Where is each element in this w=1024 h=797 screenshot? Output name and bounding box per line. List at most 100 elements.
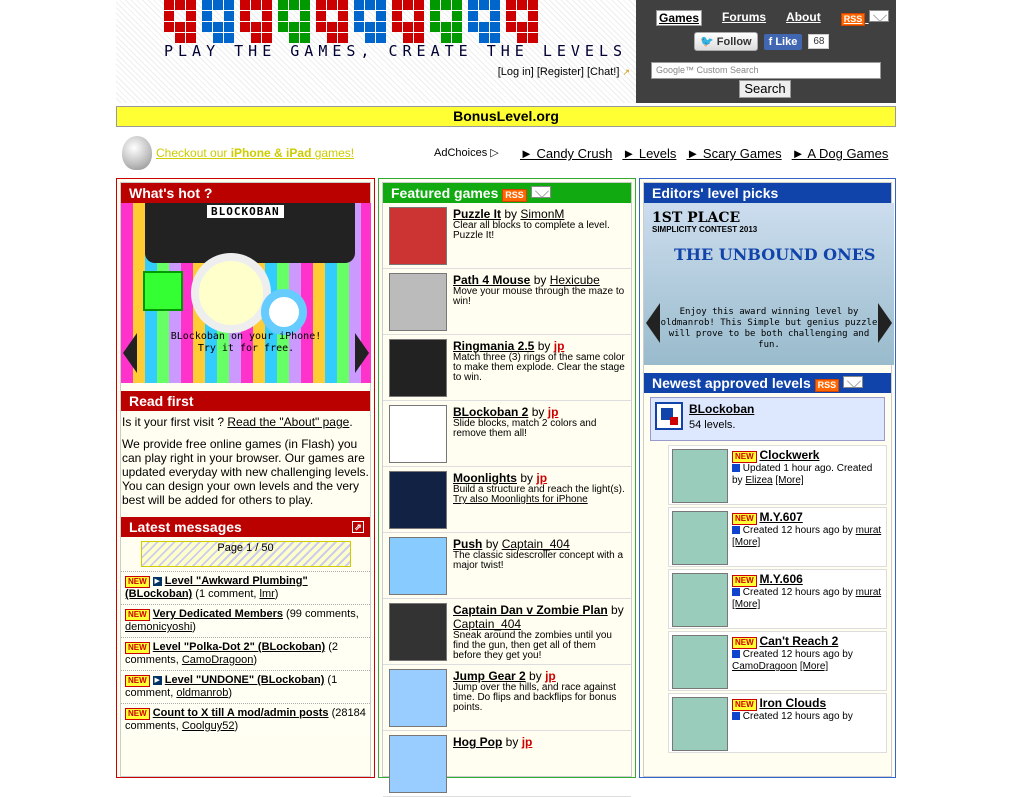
level-user[interactable]: murat [856, 525, 882, 536]
link-dog-games[interactable]: ► A Dog Games [792, 146, 889, 161]
rss-feed-button[interactable]: RSS [840, 10, 889, 26]
game-title[interactable]: Puzzle It [453, 207, 501, 221]
featured-rss-button[interactable]: RSS [502, 185, 551, 202]
featured-game-item[interactable]: Captain Dan v Zombie Plan by Captain_404… [383, 599, 631, 665]
message-user[interactable]: Coolguy52 [182, 720, 235, 732]
search-input[interactable]: Google™ Custom Search [651, 62, 881, 79]
nav-games[interactable]: Games [656, 10, 703, 26]
game-title[interactable]: Hog Pop [453, 735, 502, 749]
register-link[interactable]: [Register] [537, 66, 584, 78]
level-user[interactable]: Elizea [745, 475, 772, 486]
nav-about[interactable]: About [786, 10, 821, 26]
featured-game-item[interactable]: Hog Pop by jp [383, 731, 631, 797]
level-thumbnail[interactable] [672, 697, 728, 751]
game-thumbnail[interactable] [389, 537, 447, 595]
pack-name[interactable]: BLockoban [689, 402, 754, 416]
expand-icon[interactable]: ⇗ [352, 521, 364, 533]
game-extra-link[interactable]: Try also Moonlights for iPhone [453, 495, 625, 505]
editors-pick-banner[interactable]: 1ST PLACE SIMPLICITY CONTEST 2013 THE UN… [644, 203, 894, 365]
logo-area[interactable]: PLAY THE GAMES, CREATE THE LEVELS [Log i… [116, 0, 636, 103]
game-author[interactable]: jp [554, 339, 565, 353]
search-button[interactable]: Search [739, 80, 791, 98]
game-author[interactable]: jp [545, 669, 556, 683]
featured-game-item[interactable]: Path 4 Mouse by Hexicube Move your mouse … [383, 269, 631, 335]
message-user[interactable]: oldmanrob [176, 687, 228, 699]
twitter-follow-button[interactable]: 🐦 Follow [694, 32, 758, 51]
link-scary-games[interactable]: ► Scary Games [686, 146, 781, 161]
game-title[interactable]: Jump Gear 2 [453, 669, 526, 683]
game-title[interactable]: Moonlights [453, 471, 517, 485]
level-thumbnail[interactable] [672, 573, 728, 627]
level-item[interactable]: NEW Clockwerk Updated 1 hour ago. Create… [668, 445, 887, 505]
level-thumbnail[interactable] [672, 511, 728, 565]
level-user[interactable]: murat [856, 587, 882, 598]
level-name[interactable]: Can't Reach 2 [759, 634, 838, 648]
whats-hot-banner[interactable]: BLOCKOBAN BLockoban on your iPhone! Try … [121, 203, 371, 383]
site-banner[interactable]: BonusLevel.org [116, 106, 896, 127]
level-item[interactable]: NEW Can't Reach 2 Created 12 hours ago b… [668, 631, 887, 691]
game-thumbnail[interactable] [389, 339, 447, 397]
login-link[interactable]: [Log in] [498, 66, 534, 78]
message-title[interactable]: Count to X till A mod/admin posts [153, 707, 329, 719]
apple-icon[interactable] [122, 136, 152, 170]
game-author[interactable]: jp [548, 405, 559, 419]
game-title[interactable]: Path 4 Mouse [453, 273, 530, 287]
level-item[interactable]: NEW M.Y.607 Created 12 hours ago by mura… [668, 507, 887, 567]
message-title[interactable]: Level "Polka-Dot 2" (BLockoban) [153, 641, 325, 653]
site-logo[interactable] [164, 0, 584, 43]
level-more-link[interactable]: [More] [732, 599, 760, 610]
level-user[interactable]: CamoDragoon [732, 661, 797, 672]
featured-game-item[interactable]: BLockoban 2 by jp Slide blocks, match 2 c… [383, 401, 631, 467]
level-item[interactable]: NEW Iron Clouds Created 12 hours ago by [668, 693, 887, 753]
level-more-link[interactable]: [More] [775, 475, 803, 486]
level-name[interactable]: M.Y.606 [759, 572, 802, 586]
message-title[interactable]: Very Dedicated Members [153, 608, 283, 620]
chat-link[interactable]: [Chat!] [587, 66, 619, 78]
messages-pager[interactable]: Page 1 / 50 [140, 541, 351, 567]
game-thumbnail[interactable] [389, 405, 447, 463]
message-title[interactable]: Level "UNDONE" (BLockoban) [165, 674, 325, 686]
level-name[interactable]: Iron Clouds [759, 696, 826, 710]
game-title[interactable]: Ringmania 2.5 [453, 339, 534, 353]
link-levels[interactable]: ► Levels [622, 146, 676, 161]
game-thumbnail[interactable] [389, 669, 447, 727]
level-item[interactable]: NEW M.Y.606 Created 12 hours ago by mura… [668, 569, 887, 629]
facebook-like-button[interactable]: f Like [763, 33, 803, 50]
game-author[interactable]: jp [536, 471, 547, 485]
game-author[interactable]: Captain_404 [453, 617, 521, 631]
game-author[interactable]: SimonM [520, 207, 564, 221]
next-arrow-icon[interactable] [878, 303, 892, 343]
message-user[interactable]: demonicyoshi [125, 621, 192, 633]
message-user[interactable]: lmr [260, 588, 275, 600]
level-name[interactable]: Clockwerk [759, 448, 819, 462]
game-thumbnail[interactable] [389, 207, 447, 265]
featured-game-item[interactable]: Puzzle It by SimonM Clear all blocks to c… [383, 203, 631, 269]
game-author[interactable]: jp [522, 735, 533, 749]
game-thumbnail[interactable] [389, 471, 447, 529]
game-thumbnail[interactable] [389, 603, 447, 661]
game-thumbnail[interactable] [389, 273, 447, 331]
game-thumbnail[interactable] [389, 735, 447, 793]
adchoices-link[interactable]: AdChoices ▷ [434, 146, 499, 159]
link-candy-crush[interactable]: ► Candy Crush [520, 146, 612, 161]
level-pack[interactable]: BLockoban 54 levels. [650, 397, 885, 441]
featured-game-item[interactable]: Push by Captain_404 The classic sidescrol… [383, 533, 631, 599]
message-user[interactable]: CamoDragoon [182, 654, 254, 666]
game-title[interactable]: Captain Dan v Zombie Plan [453, 603, 608, 617]
level-name[interactable]: M.Y.607 [759, 510, 802, 524]
game-title[interactable]: BLockoban 2 [453, 405, 528, 419]
level-thumbnail[interactable] [672, 449, 728, 503]
game-title[interactable]: Push [453, 537, 482, 551]
featured-game-item[interactable]: Moonlights by jp Build a structure and re… [383, 467, 631, 533]
featured-game-item[interactable]: Jump Gear 2 by jp Jump over the hills, an… [383, 665, 631, 731]
newest-rss-button[interactable]: RSS [814, 375, 864, 392]
nav-forums[interactable]: Forums [722, 10, 766, 26]
about-page-link[interactable]: Read the "About" page [227, 415, 349, 429]
level-thumbnail[interactable] [672, 635, 728, 689]
game-author[interactable]: Hexicube [550, 273, 600, 287]
featured-game-item[interactable]: Ringmania 2.5 by jp Match three (3) rings… [383, 335, 631, 401]
level-more-link[interactable]: [More] [732, 537, 760, 548]
game-author[interactable]: Captain_404 [502, 537, 570, 551]
iphone-promo-link[interactable]: Checkout our iPhone & iPad games! [156, 146, 354, 160]
level-more-link[interactable]: [More] [800, 661, 828, 672]
